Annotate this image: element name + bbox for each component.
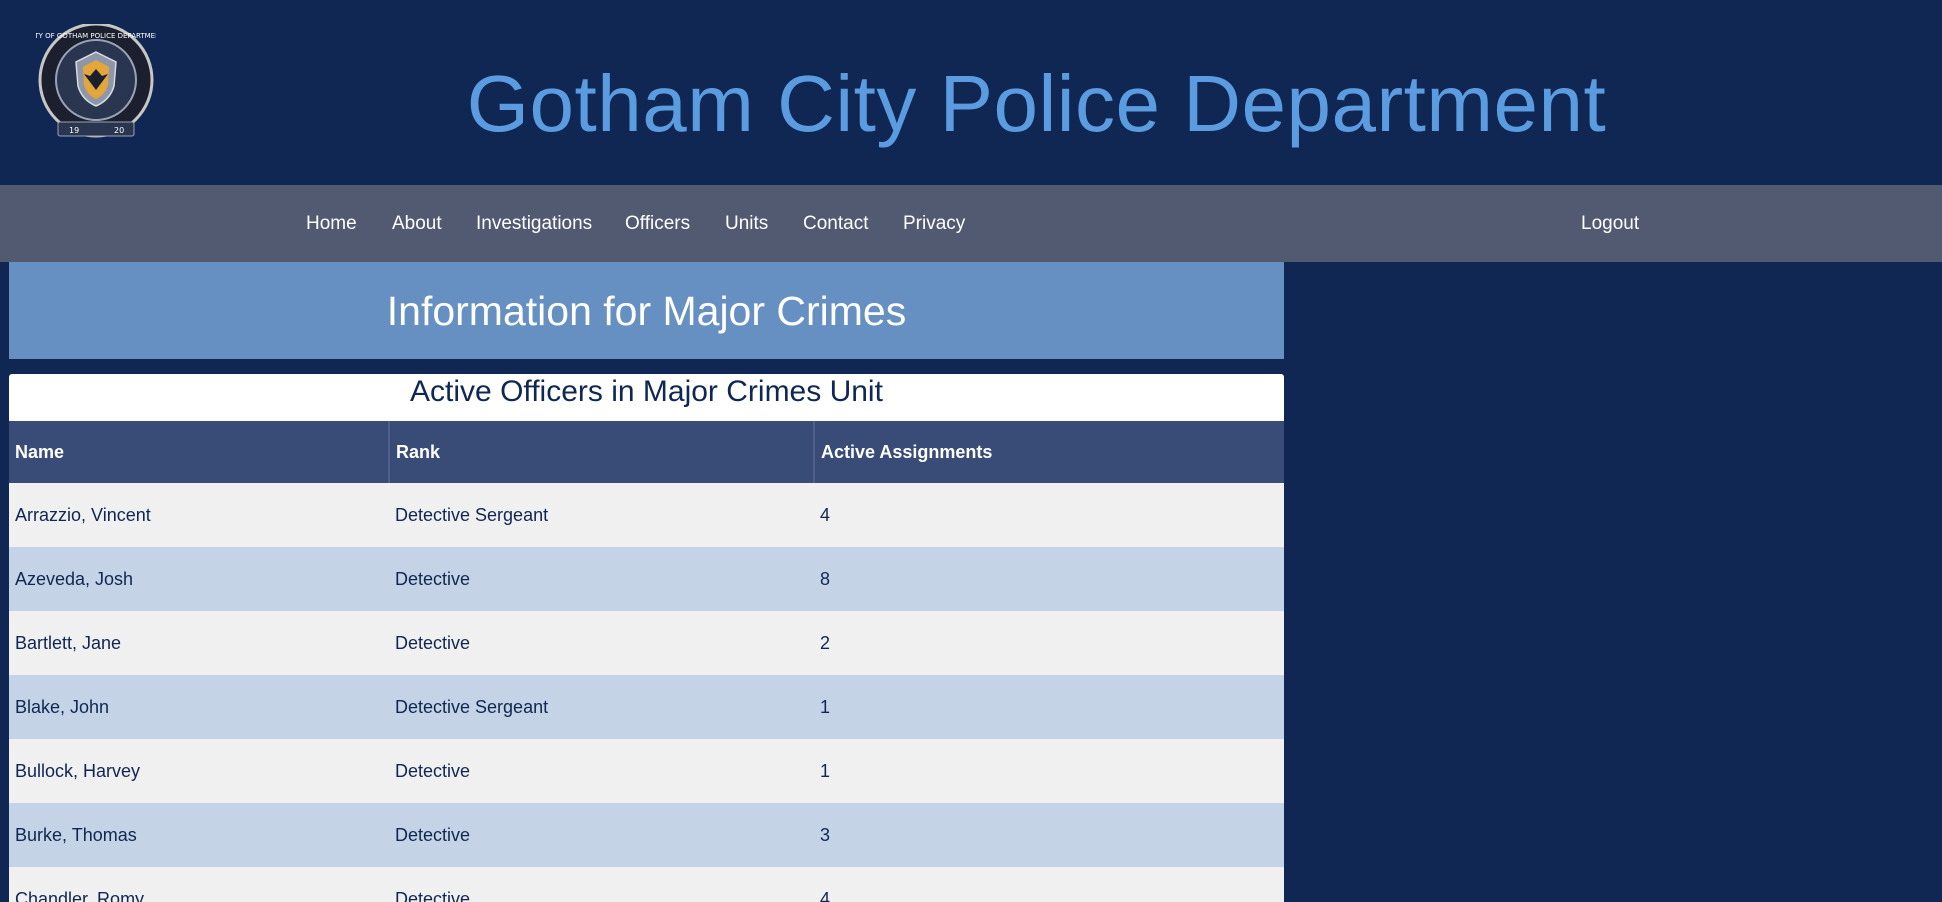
officers-card: Active Officers in Major Crimes Unit Nam… bbox=[9, 374, 1284, 902]
table-row[interactable]: Bartlett, Jane Detective 2 bbox=[9, 611, 1284, 675]
unit-banner: Information for Major Crimes bbox=[9, 262, 1284, 359]
officer-name: Bartlett, Jane bbox=[9, 611, 389, 675]
officer-assignments: 3 bbox=[814, 803, 1284, 867]
logout-button[interactable]: Logout bbox=[1581, 213, 1639, 235]
nav-units[interactable]: Units bbox=[725, 213, 768, 235]
officer-rank: Detective bbox=[389, 547, 814, 611]
officer-assignments: 1 bbox=[814, 675, 1284, 739]
table-row[interactable]: Bullock, Harvey Detective 1 bbox=[9, 739, 1284, 803]
unit-heading: Information for Major Crimes bbox=[386, 288, 907, 334]
table-row[interactable]: Arrazzio, Vincent Detective Sergeant 4 bbox=[9, 483, 1284, 547]
table-header-row: Name Rank Active Assignments bbox=[9, 419, 1284, 483]
table-row[interactable]: Azeveda, Josh Detective 8 bbox=[9, 547, 1284, 611]
nav-privacy[interactable]: Privacy bbox=[903, 213, 965, 235]
nav-officers[interactable]: Officers bbox=[625, 213, 690, 235]
svg-text:CITY OF GOTHAM POLICE DEPARTME: CITY OF GOTHAM POLICE DEPARTMENT bbox=[36, 32, 156, 40]
officer-rank: Detective Sergeant bbox=[389, 483, 814, 547]
nav-contact[interactable]: Contact bbox=[803, 213, 868, 235]
officer-rank: Detective bbox=[389, 867, 814, 902]
officer-name: Bullock, Harvey bbox=[9, 739, 389, 803]
nav-about[interactable]: About bbox=[392, 213, 442, 235]
officers-table: Name Rank Active Assignments Arrazzio, V… bbox=[9, 419, 1284, 902]
officer-rank: Detective bbox=[389, 739, 814, 803]
main-nav: Home About Investigations Officers Units… bbox=[0, 185, 1942, 262]
officers-table-title: Active Officers in Major Crimes Unit bbox=[410, 375, 883, 408]
officer-name: Arrazzio, Vincent bbox=[9, 483, 389, 547]
officer-rank: Detective bbox=[389, 611, 814, 675]
table-row[interactable]: Blake, John Detective Sergeant 1 bbox=[9, 675, 1284, 739]
column-header-assignments[interactable]: Active Assignments bbox=[813, 419, 1284, 483]
officer-assignments: 4 bbox=[814, 867, 1284, 902]
site-title: Gotham City Police Department bbox=[466, 59, 1607, 148]
column-header-name[interactable]: Name bbox=[9, 419, 389, 483]
officer-name: Blake, John bbox=[9, 675, 389, 739]
officer-assignments: 8 bbox=[814, 547, 1284, 611]
nav-investigations[interactable]: Investigations bbox=[476, 213, 592, 235]
officer-name: Chandler, Romy bbox=[9, 867, 389, 902]
officer-assignments: 2 bbox=[814, 611, 1284, 675]
column-header-rank[interactable]: Rank bbox=[388, 419, 814, 483]
officer-name: Burke, Thomas bbox=[9, 803, 389, 867]
table-row[interactable]: Chandler, Romy Detective 4 bbox=[9, 867, 1284, 902]
officer-assignments: 4 bbox=[814, 483, 1284, 547]
table-row[interactable]: Burke, Thomas Detective 3 bbox=[9, 803, 1284, 867]
officer-rank: Detective Sergeant bbox=[389, 675, 814, 739]
officer-assignments: 1 bbox=[814, 739, 1284, 803]
officer-name: Azeveda, Josh bbox=[9, 547, 389, 611]
site-header: 19 20 CITY OF GOTHAM POLICE DEPARTMENT G… bbox=[0, 0, 1942, 185]
officer-rank: Detective bbox=[389, 803, 814, 867]
nav-home[interactable]: Home bbox=[306, 213, 357, 235]
